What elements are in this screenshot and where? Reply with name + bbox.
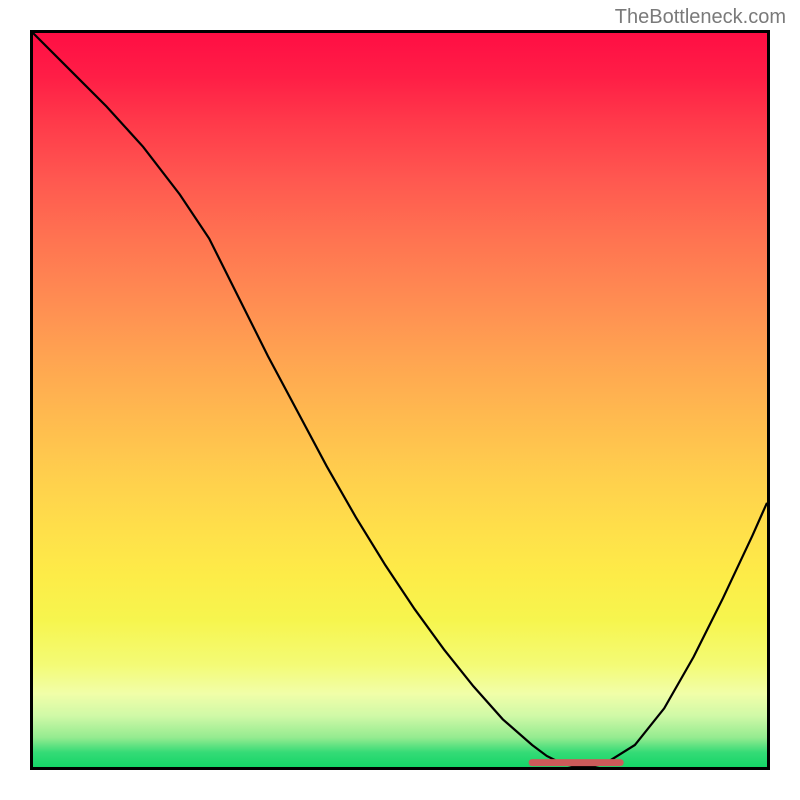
- watermark-text: TheBottleneck.com: [615, 6, 786, 29]
- curve-line: [33, 33, 767, 767]
- chart-frame: [30, 30, 770, 770]
- chart-svg: [33, 33, 767, 767]
